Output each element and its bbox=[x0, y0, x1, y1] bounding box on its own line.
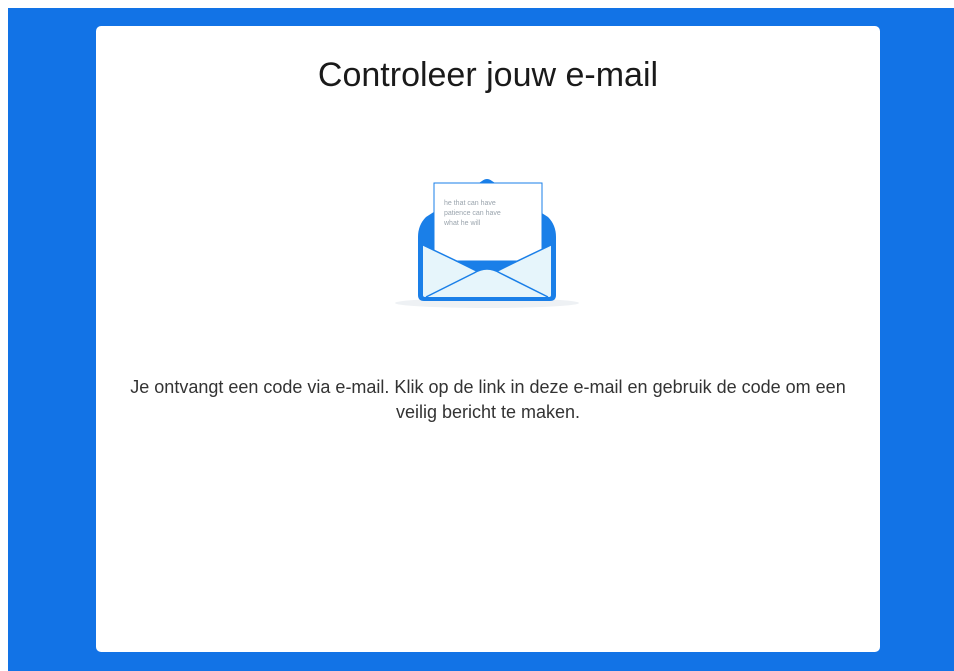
letter-line-1: he that can have bbox=[444, 200, 496, 207]
open-envelope-icon: he that can have patience can have what … bbox=[390, 159, 584, 311]
page-background: Controleer jouw e-mail he that can have … bbox=[8, 8, 954, 671]
page-title: Controleer jouw e-mail bbox=[317, 56, 659, 94]
letter-line-2: patience can have bbox=[444, 210, 501, 217]
instruction-message: Je ontvangt een code via e-mail. Klik op… bbox=[130, 377, 846, 422]
verification-card: Controleer jouw e-mail he that can have … bbox=[96, 26, 880, 652]
letter-line-3: what he will bbox=[443, 220, 481, 227]
